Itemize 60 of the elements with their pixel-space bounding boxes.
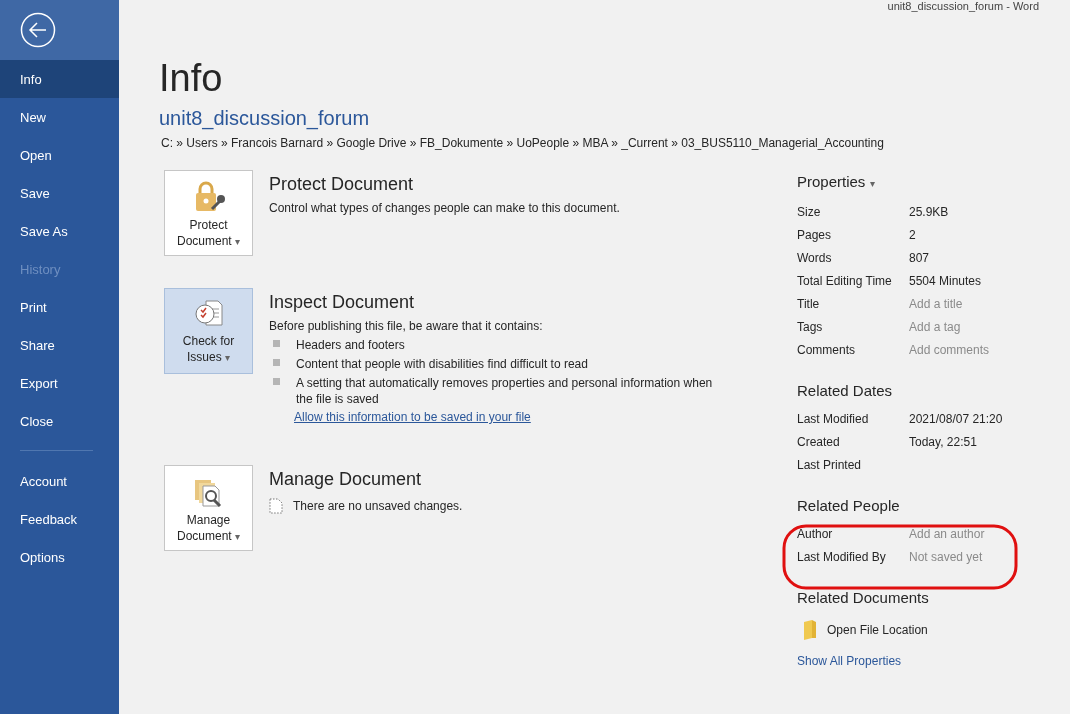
sidebar-item[interactable]: Save As: [0, 212, 119, 250]
sidebar-item[interactable]: Share: [0, 326, 119, 364]
property-value: 25.9KB: [909, 204, 949, 219]
property-value: 2021/08/07 21:20: [909, 411, 1003, 426]
back-button[interactable]: [20, 12, 56, 48]
sidebar-item[interactable]: Options: [0, 538, 119, 576]
page-heading: Info: [159, 56, 224, 100]
section-button[interactable]: Protect Document ▾: [164, 170, 253, 256]
section-description: Before publishing this file, be aware that it contains:: [269, 319, 544, 333]
property-label: Size: [797, 204, 822, 219]
allow-link[interactable]: Allow this information to be saved in your file: [294, 410, 531, 424]
section-title: Manage Document: [269, 468, 423, 490]
property-label: Pages: [797, 227, 833, 242]
checklist-icon: [193, 299, 224, 329]
show-all-properties-link[interactable]: Show All Properties: [797, 654, 1057, 668]
bullet-text: Content that people with disabilities find difficult to read: [296, 356, 588, 372]
property-value: Today, 22:51: [909, 434, 977, 449]
section-button[interactable]: Check for Issues ▾: [164, 288, 253, 374]
sidebar-item[interactable]: Save: [0, 174, 119, 212]
property-label: Created: [797, 434, 841, 449]
sidebar-item[interactable]: Feedback: [0, 500, 119, 538]
sidebar-item[interactable]: Print: [0, 288, 119, 326]
property-label: Words: [797, 250, 833, 265]
property-label: Total Editing Time: [797, 273, 893, 288]
section-heading[interactable]: Properties ▾: [797, 172, 1057, 194]
document-icon: [269, 498, 283, 514]
file-path: C: » Users » Francois Barnard » Google Drive » FB_Dokumente » UoPeople » MBA » _Current » 03_BUS5110_Managerial_Accounting: [160, 136, 885, 150]
section-button[interactable]: Manage Document ▾: [164, 465, 253, 551]
bullet-icon: [273, 340, 280, 347]
property-label: Last Modified: [797, 411, 870, 426]
bullet-icon: [273, 359, 280, 366]
section-heading: Related Documents: [797, 588, 930, 608]
property-label: Title: [797, 296, 821, 311]
document-name: unit8_discussion_forum: [159, 107, 371, 130]
bullet-text: Headers and footers: [296, 337, 405, 353]
sidebar-item[interactable]: Info: [0, 60, 119, 98]
bullet-icon: [273, 378, 280, 385]
section-heading: Related Dates: [797, 381, 894, 401]
bullet-text: A setting that automatically removes properties and personal information when the file is saved: [296, 375, 714, 407]
section-description: Control what types of changes people can make to this document.: [269, 201, 620, 215]
property-label: Author: [797, 526, 834, 541]
open-file-location-link[interactable]: Open File Location: [827, 623, 928, 637]
property-value: 807: [909, 250, 930, 265]
property-label: Tags: [797, 319, 824, 334]
property-value: 2: [909, 227, 916, 242]
window-title: unit8_discussion_forum - Word: [887, 0, 1039, 12]
sidebar-item[interactable]: Close: [0, 402, 119, 440]
folder-icon: [803, 620, 817, 640]
section-title: Protect Document: [269, 173, 415, 195]
sidebar-item[interactable]: Export: [0, 364, 119, 402]
property-value: 5504 Minutes: [909, 273, 982, 288]
property-label: Last Printed: [797, 457, 863, 472]
sidebar-item[interactable]: Open: [0, 136, 119, 174]
property-label: Last Modified By: [797, 549, 887, 564]
section-heading: Related People: [797, 496, 901, 516]
status-text: There are no unsaved changes.: [293, 499, 463, 513]
section-title: Inspect Document: [269, 291, 416, 313]
sidebar-item[interactable]: New: [0, 98, 119, 136]
property-label: Comments: [797, 342, 856, 357]
sidebar-item[interactable]: Account: [0, 462, 119, 500]
